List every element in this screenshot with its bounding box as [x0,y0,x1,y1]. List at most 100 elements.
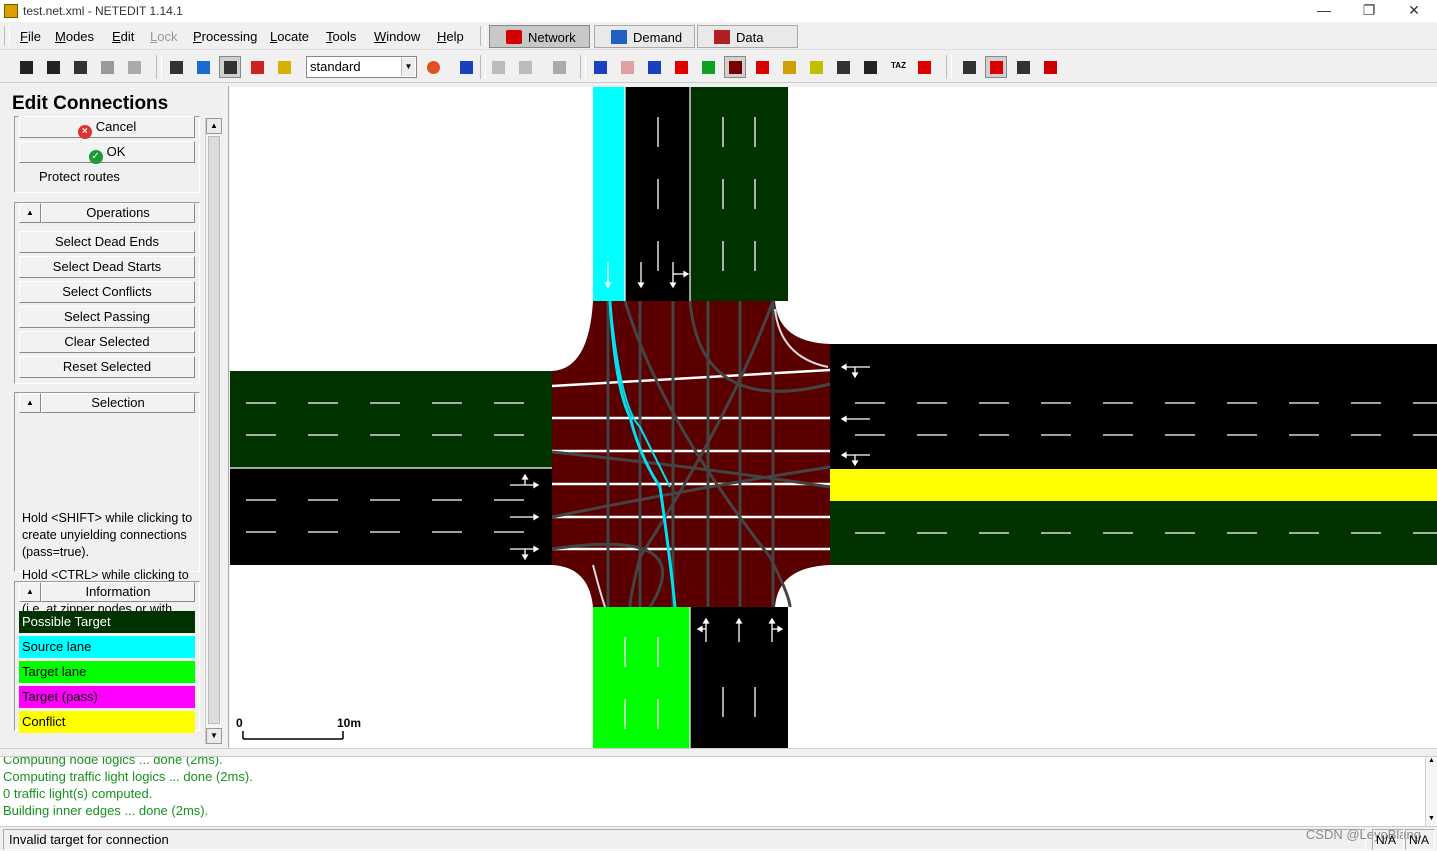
status-coord-1: N/A [1372,829,1404,850]
inspect-mode-button[interactable] [219,56,241,78]
scroll-down-icon[interactable]: ▼ [206,728,222,744]
additional-button[interactable] [832,56,854,78]
wire-button[interactable] [859,56,881,78]
prohibition-icon [756,61,769,74]
possible-target-west[interactable] [230,371,552,468]
message-line: Building inner edges ... done (2ms). [3,803,209,818]
menu-window[interactable]: Window [374,29,420,44]
op-select-passing-button[interactable]: Select Passing [19,306,195,328]
tooltip-button[interactable] [273,56,295,78]
recenter-button[interactable] [165,56,187,78]
menu-mnemonic: P [193,29,202,44]
menu-edit[interactable]: Edit [112,29,134,44]
op-clear-selected-button[interactable]: Clear Selected [19,331,195,353]
delete-button[interactable] [616,56,638,78]
connect-button[interactable] [724,56,746,78]
vehicle-conflict-icon [1044,61,1057,74]
op-select-dead-ends-button[interactable]: Select Dead Ends [19,231,195,253]
legend-possible-target: Possible Target [19,611,195,633]
information-label: Information [41,582,195,602]
message-scrollbar[interactable]: ▲ ▼ [1425,757,1437,826]
zoom-button[interactable] [192,56,214,78]
create-edge-button[interactable] [697,56,719,78]
menu-tools[interactable]: Tools [326,29,356,44]
create-edge-icon [702,61,715,74]
junction-shape[interactable] [552,301,830,607]
menu-grip [4,26,10,46]
message-splitter[interactable] [0,748,1437,756]
prohibition-button[interactable] [751,56,773,78]
message-window: Computing node logics ... done (2ms). Com… [0,756,1437,826]
inspect-button[interactable] [589,56,611,78]
title-bar: test.net.xml - NETEDIT 1.14.1 — ❐ ✕ [0,0,1437,22]
color-wheel-button[interactable] [422,56,444,78]
frame-title: Edit Connections [12,93,169,114]
supermode-data-button[interactable]: Data [697,25,798,48]
menu-lock[interactable]: Lock [150,29,177,44]
operations-label: Operations [41,203,195,223]
grid-button[interactable] [958,56,980,78]
scrollbar-thumb[interactable] [208,136,220,724]
supermode-label: Network [528,30,576,45]
open-network-button[interactable] [42,56,64,78]
menu-processing[interactable]: Processing [193,29,257,44]
op-reset-selected-button[interactable]: Reset Selected [19,356,195,378]
status-coord-2: N/A [1405,829,1435,850]
menu-modes[interactable]: Modes [55,29,94,44]
compute-button[interactable] [548,56,570,78]
move-button[interactable] [670,56,692,78]
minimize-button[interactable]: — [1307,2,1341,20]
new-network-button[interactable] [15,56,37,78]
taz-button[interactable]: TAZ [886,56,908,78]
scroll-down-icon[interactable]: ▼ [1426,815,1437,826]
road-east-incoming[interactable] [830,344,1437,469]
scroll-up-icon[interactable]: ▲ [1426,757,1437,769]
menu-locate[interactable]: Locate [270,29,309,44]
vehicle-icon [1017,61,1030,74]
color-scheme-select[interactable]: standard ▼ [306,56,417,78]
supermode-demand-button[interactable]: Demand [594,25,695,48]
select-button[interactable] [643,56,665,78]
screenshot-button[interactable] [455,56,477,78]
vehicle-conflict-button[interactable] [1039,56,1061,78]
network-view[interactable]: 0 10m [230,87,1437,748]
junction-shape-button[interactable] [985,56,1007,78]
crossing-button[interactable] [778,56,800,78]
ok-button[interactable]: ✓ OK [19,141,195,164]
restore-button[interactable]: ❐ [1352,2,1386,20]
locate-button[interactable] [246,56,268,78]
op-select-dead-starts-button[interactable]: Select Dead Starts [19,256,195,278]
scale-start-label: 0 [236,716,243,730]
source-lane-north[interactable] [593,87,625,301]
selection-label: Selection [41,393,195,413]
menu-label-rest: odes [65,29,95,44]
crossing-icon [783,61,796,74]
traffic-light-button[interactable] [805,56,827,78]
information-collapse-button[interactable]: ▲ [19,582,41,602]
cancel-button[interactable]: × Cancel [19,116,195,139]
target-lane-south[interactable] [593,607,690,748]
operations-collapse-button[interactable]: ▲ [19,203,41,223]
ok-check-icon: ✓ [88,150,103,164]
close-button[interactable]: ✕ [1397,2,1431,20]
menu-help[interactable]: Help [437,29,464,44]
road-west-incoming[interactable] [230,468,552,565]
undo-button[interactable] [487,56,509,78]
supermode-network-button[interactable]: Network [489,25,590,48]
selection-collapse-button[interactable]: ▲ [19,393,41,413]
save-network-button[interactable] [69,56,91,78]
save-network-icon [74,61,87,74]
scroll-up-icon[interactable]: ▲ [206,118,222,134]
frame-scrollbar[interactable]: ▲ ▼ [205,118,222,744]
save-demand-button[interactable] [123,56,145,78]
main-toolbar: TAZ standard ▼ [0,51,1437,83]
possible-target-north[interactable] [690,87,788,301]
network-canvas[interactable]: 0 10m [230,87,1437,748]
conflict-lane-east[interactable] [830,469,1437,501]
menu-file[interactable]: File [20,29,41,44]
redo-button[interactable] [514,56,536,78]
polygon-button[interactable] [913,56,935,78]
save-additionals-button[interactable] [96,56,118,78]
vehicle-button[interactable] [1012,56,1034,78]
op-select-conflicts-button[interactable]: Select Conflicts [19,281,195,303]
